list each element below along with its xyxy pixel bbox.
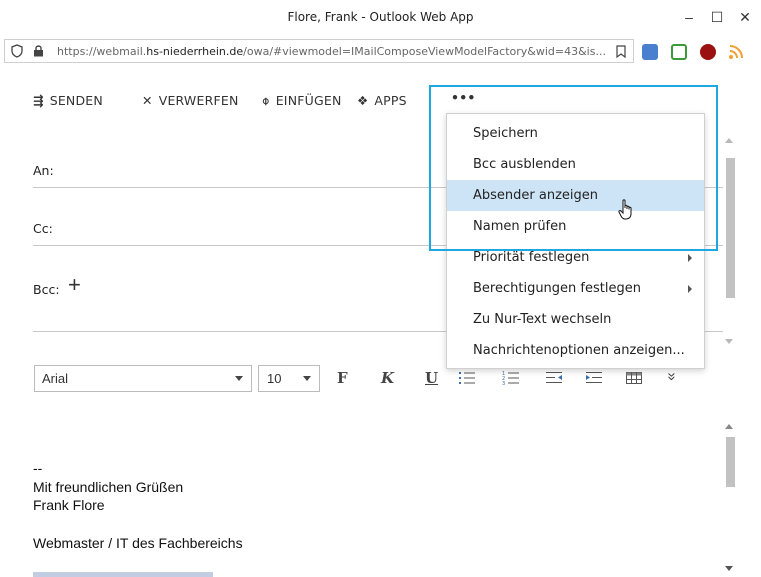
bold-button[interactable]: F xyxy=(337,369,348,387)
address-bar: https://webmail.hs-niederrhein.de/owa/#v… xyxy=(0,36,761,66)
send-button[interactable]: ⇶ SENDEN xyxy=(33,93,103,108)
signature-separator: -- xyxy=(33,460,43,476)
signature-greeting: Mit freundlichen Grüßen xyxy=(33,479,184,495)
scroll-down-icon[interactable] xyxy=(725,339,733,344)
add-bcc-button[interactable]: + xyxy=(68,272,81,298)
insert-button[interactable]: ⌽ EINFÜGEN xyxy=(262,93,342,109)
chevron-right-icon xyxy=(688,285,692,293)
menu-item-hide-bcc[interactable]: Bcc ausblenden xyxy=(447,149,704,180)
more-options-button[interactable]: ••• xyxy=(451,90,476,105)
extension-chart-icon[interactable] xyxy=(671,44,687,60)
menu-item-plain-text[interactable]: Zu Nur-Text wechseln xyxy=(447,304,704,335)
scrollbar-lower[interactable] xyxy=(723,420,737,577)
window-title: Flore, Frank - Outlook Web App xyxy=(287,10,474,24)
paperclip-icon: ⌽ xyxy=(262,93,270,108)
chevron-right-icon xyxy=(688,254,692,262)
window-titlebar: Flore, Frank - Outlook Web App – ☐ ✕ xyxy=(0,0,761,36)
font-family-select[interactable]: Arial xyxy=(34,365,252,392)
scroll-down-icon[interactable] xyxy=(725,566,733,571)
to-label: An: xyxy=(33,163,54,178)
italic-button[interactable]: K xyxy=(381,369,394,387)
lock-icon xyxy=(34,45,43,57)
bullet-list-icon[interactable] xyxy=(458,370,476,386)
scrollbar-thumb[interactable] xyxy=(726,437,735,487)
cc-label: Cc: xyxy=(33,221,53,236)
menu-item-message-options[interactable]: Nachrichtenoptionen anzeigen... xyxy=(447,335,704,366)
ublock-icon[interactable] xyxy=(700,44,716,60)
chevron-down-icon xyxy=(235,376,243,381)
close-icon: ✕ xyxy=(142,93,153,108)
font-size-select[interactable]: 10 xyxy=(258,365,320,392)
extension-grid-icon[interactable] xyxy=(642,44,658,60)
signature-name: Frank Flore xyxy=(33,497,105,513)
chevron-down-icon xyxy=(303,376,311,381)
underline-button[interactable]: U xyxy=(425,369,438,387)
scrollbar-thumb[interactable] xyxy=(726,158,735,298)
svg-text:3: 3 xyxy=(502,381,505,386)
minimize-button[interactable]: – xyxy=(674,6,704,28)
scroll-up-icon[interactable] xyxy=(725,424,733,429)
url-text: https://webmail.hs-niederrhein.de/owa/#v… xyxy=(57,45,606,58)
signature-role: Webmaster / IT des Fachbereichs xyxy=(33,535,243,551)
decrease-indent-icon[interactable] xyxy=(545,370,563,386)
bookmark-icon[interactable] xyxy=(616,45,626,58)
menu-item-check-names[interactable]: Namen prüfen xyxy=(447,211,704,242)
signature-cropped-line xyxy=(33,572,213,577)
menu-item-save[interactable]: Speichern xyxy=(447,118,704,149)
rss-icon[interactable] xyxy=(728,44,744,60)
shield-icon xyxy=(11,44,23,58)
increase-indent-icon[interactable] xyxy=(585,370,603,386)
discard-button[interactable]: ✕ VERWERFEN xyxy=(142,93,239,108)
scroll-up-icon[interactable] xyxy=(725,138,733,143)
menu-item-set-priority[interactable]: Priorität festlegen xyxy=(447,242,704,273)
numbered-list-icon[interactable]: 1 2 3 xyxy=(502,370,520,386)
maximize-button[interactable]: ☐ xyxy=(702,6,732,28)
send-icon: ⇶ xyxy=(33,93,44,108)
scrollbar-upper[interactable] xyxy=(723,134,737,344)
apps-button[interactable]: ❖ APPS xyxy=(357,93,407,108)
table-icon[interactable] xyxy=(625,370,643,386)
more-format-chevron-icon[interactable]: » xyxy=(664,372,681,380)
more-options-menu: Speichern Bcc ausblenden Absender anzeig… xyxy=(446,113,705,369)
hand-cursor-icon xyxy=(618,199,632,220)
url-field[interactable]: https://webmail.hs-niederrhein.de/owa/#v… xyxy=(4,39,634,63)
menu-item-set-permissions[interactable]: Berechtigungen festlegen xyxy=(447,273,704,304)
close-button[interactable]: ✕ xyxy=(730,6,760,28)
bcc-label: Bcc: xyxy=(33,282,60,297)
puzzle-icon: ❖ xyxy=(357,93,369,108)
menu-item-show-from[interactable]: Absender anzeigen xyxy=(447,180,704,211)
